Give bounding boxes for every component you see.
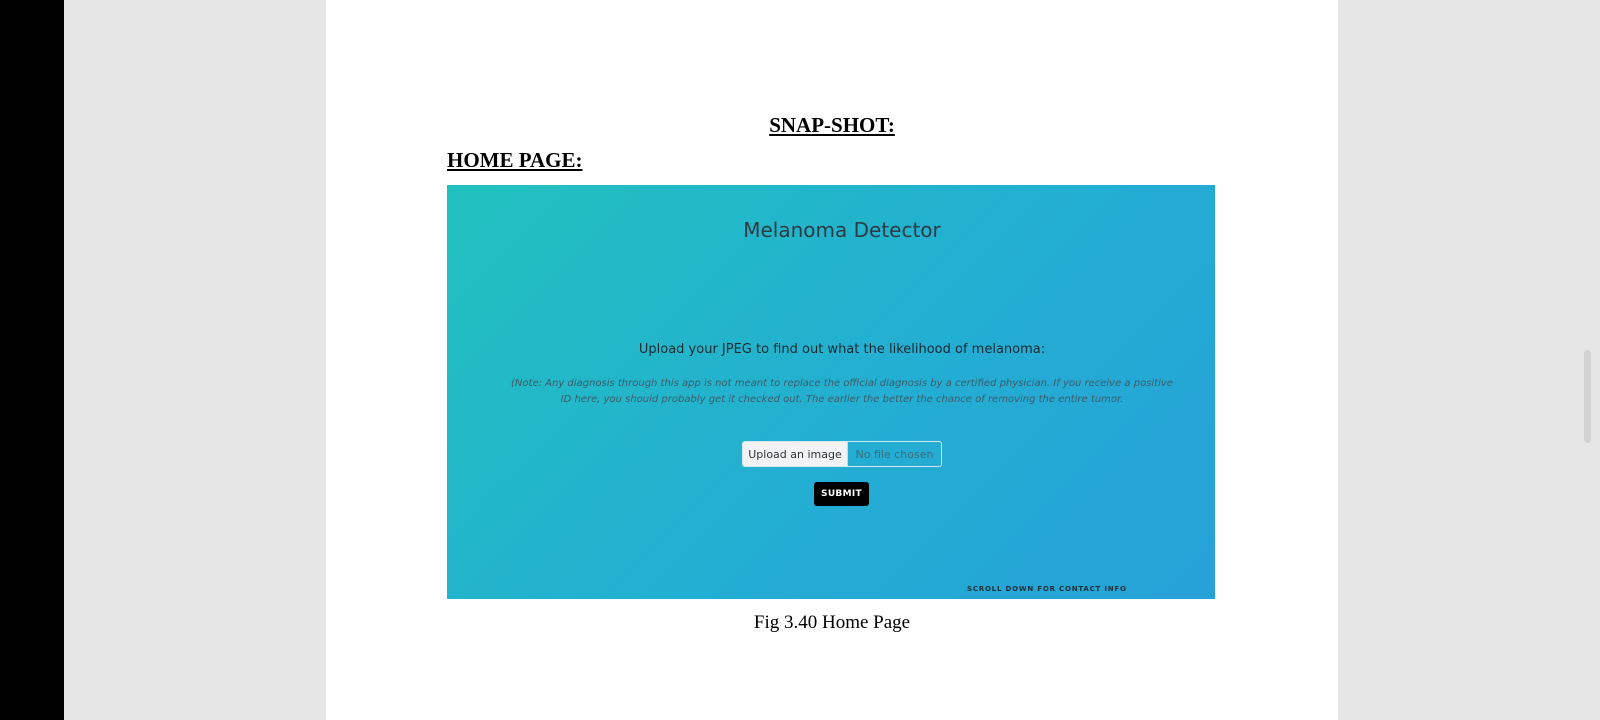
section-heading: SNAP-SHOT: (769, 113, 895, 137)
disclaimer-note: (Note: Any diagnosis through this app is… (511, 378, 1173, 405)
scroll-hint: SCROLL DOWN FOR CONTACT INFO (967, 585, 1127, 593)
figure-caption: Fig 3.40 Home Page (753, 612, 911, 633)
file-status: No file chosen (855, 447, 934, 461)
subheading: HOME PAGE: (447, 148, 583, 172)
submit-button[interactable]: SUBMIT (814, 482, 869, 506)
file-upload-input[interactable]: Upload an image No file chosen (742, 441, 942, 467)
left-sidebar-bar (0, 0, 64, 720)
app-title: Melanoma Detector (743, 218, 941, 242)
app-screenshot-figure: Melanoma Detector Upload your JPEG to fi… (447, 185, 1215, 599)
upload-image-button[interactable]: Upload an image (743, 442, 848, 466)
scrollbar-thumb[interactable] (1584, 350, 1591, 443)
document-page: SNAP-SHOT: HOME PAGE: Melanoma Detector … (326, 0, 1338, 720)
upload-prompt: Upload your JPEG to find out what the li… (638, 342, 1046, 357)
